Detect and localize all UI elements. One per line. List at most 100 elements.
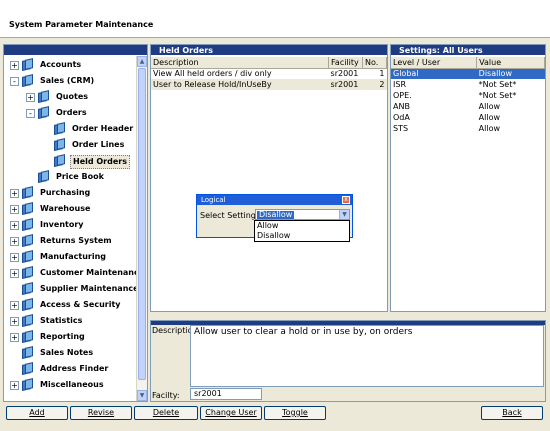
toggle-button[interactable]: Toggle (264, 406, 326, 420)
scroll-thumb[interactable] (138, 68, 146, 380)
table-row[interactable]: STS Allow (391, 123, 545, 134)
expand-icon[interactable]: + (10, 237, 19, 246)
cell-facility: sr2001 (328, 79, 363, 90)
book-icon (22, 378, 34, 391)
tree-item-label: Accounts (40, 60, 82, 69)
book-icon (22, 362, 34, 375)
settings-title: Settings: All Users (391, 45, 545, 56)
add-button[interactable]: Add (6, 406, 68, 420)
tree-item-label: Sales Notes (40, 348, 94, 357)
cell-value: Allow (478, 102, 501, 111)
book-icon (54, 138, 66, 151)
book-icon (22, 250, 34, 263)
table-row[interactable]: User to Release Hold/InUseBy sr2001 2 (151, 79, 387, 90)
close-icon[interactable]: x (342, 196, 350, 204)
setting-select[interactable]: Disallow ▼ (255, 209, 350, 220)
book-icon (22, 234, 34, 247)
collapse-icon[interactable]: - (10, 77, 19, 86)
cell-value: Allow (478, 124, 501, 133)
cell-description: User to Release Hold/InUseBy (151, 79, 329, 90)
cell-value: *Not Set* (478, 91, 517, 100)
delete-button[interactable]: Delete (134, 406, 198, 420)
expand-icon[interactable]: + (10, 381, 19, 390)
held-orders-table[interactable]: Description Facility No. View All held o… (151, 57, 387, 90)
expand-icon[interactable]: + (10, 301, 19, 310)
table-row[interactable]: Global Disallow (391, 68, 545, 79)
column-header-value[interactable]: Value (476, 57, 545, 69)
tree-item-label: Held Orders (70, 155, 130, 169)
selected-setting-value: Disallow (257, 210, 295, 219)
title-bar: System Parameter Maintenance (0, 0, 550, 38)
tree-scrollbar[interactable]: ▲ ▼ (136, 56, 147, 401)
column-header-no[interactable]: No. (362, 57, 387, 69)
table-row[interactable]: ISR *Not Set* (391, 79, 545, 90)
table-row[interactable]: ANB Allow (391, 101, 545, 112)
cell-level: OPE. (393, 91, 412, 100)
dialog-title: Logical (197, 195, 352, 205)
back-button[interactable]: Back (481, 406, 543, 420)
table-row[interactable]: OdA Allow (391, 112, 545, 123)
book-icon (22, 186, 34, 199)
book-icon (22, 266, 34, 279)
tree-item-label: Statistics (40, 316, 83, 325)
book-icon (22, 314, 34, 327)
table-row[interactable]: OPE. *Not Set* (391, 90, 545, 101)
expand-icon[interactable]: + (10, 61, 19, 70)
expand-icon[interactable]: + (10, 269, 19, 278)
tree-item-label: Sales (CRM) (40, 76, 95, 85)
change-user-button[interactable]: Change User (200, 406, 262, 420)
setting-dropdown-list[interactable]: Allow Disallow (254, 220, 350, 242)
facility-label: Facilty: (152, 391, 180, 400)
tree-item-label: Orders (56, 108, 87, 117)
held-orders-title: Held Orders (151, 45, 387, 56)
description-field[interactable]: Allow user to clear a hold or in use by,… (190, 325, 544, 387)
expand-icon[interactable]: + (10, 221, 19, 230)
collapse-icon[interactable]: - (26, 109, 35, 118)
tree-item-label: Inventory (40, 220, 84, 229)
detail-panel: Description: Allow user to clear a hold … (150, 320, 546, 402)
cell-level: OdA (393, 113, 410, 122)
book-icon (38, 106, 50, 119)
scroll-down-arrow-icon[interactable]: ▼ (137, 390, 147, 401)
book-icon (22, 282, 34, 295)
table-row[interactable]: View All held orders / div only sr2001 1 (151, 68, 387, 79)
cell-level: STS (393, 124, 409, 133)
expand-icon[interactable]: + (10, 253, 19, 262)
cell-description: View All held orders / div only (151, 68, 329, 79)
facility-field[interactable]: sr2001 (190, 388, 262, 400)
column-header-level-user[interactable]: Level / User (391, 57, 478, 69)
book-icon (54, 122, 66, 135)
scroll-up-arrow-icon[interactable]: ▲ (137, 56, 147, 67)
book-icon (54, 154, 66, 167)
book-icon (22, 346, 34, 359)
cell-level: ISR (393, 80, 406, 89)
expand-icon[interactable]: + (26, 93, 35, 102)
tree-item-label: Price Book (56, 172, 104, 181)
expand-icon[interactable]: + (10, 333, 19, 342)
book-icon (22, 298, 34, 311)
held-orders-panel: Held Orders Description Facility No. Vie… (150, 44, 388, 312)
cell-value: *Not Set* (478, 80, 517, 89)
expand-icon[interactable]: + (10, 317, 19, 326)
tree-item-label: Address Finder (40, 364, 109, 373)
book-icon (22, 58, 34, 71)
tree-item-label: Warehouse (40, 204, 91, 213)
tree-item-label: Order Header (72, 124, 134, 133)
module-tree[interactable]: + Accounts - Sales (CRM) + Quotes - Orders Order… (3, 44, 148, 402)
cell-level: ANB (393, 102, 410, 111)
settings-table[interactable]: Level / User Value Global Disallow ISR *No… (391, 57, 545, 134)
expand-icon[interactable]: + (10, 205, 19, 214)
tree-item-label: Order Lines (72, 140, 125, 149)
option-allow[interactable]: Allow (255, 221, 349, 231)
tree-header (4, 45, 147, 56)
option-disallow[interactable]: Disallow (255, 231, 349, 241)
expand-icon[interactable]: + (10, 189, 19, 198)
tree-item-label: Reporting (40, 332, 85, 341)
chevron-down-icon[interactable]: ▼ (339, 210, 349, 219)
book-icon (22, 74, 34, 87)
tree-item-label: Purchasing (40, 188, 91, 197)
column-header-facility[interactable]: Facility (328, 57, 364, 69)
tree-item-label: Manufacturing (40, 252, 106, 261)
revise-button[interactable]: Revise (70, 406, 132, 420)
column-header-description[interactable]: Description (151, 57, 330, 69)
